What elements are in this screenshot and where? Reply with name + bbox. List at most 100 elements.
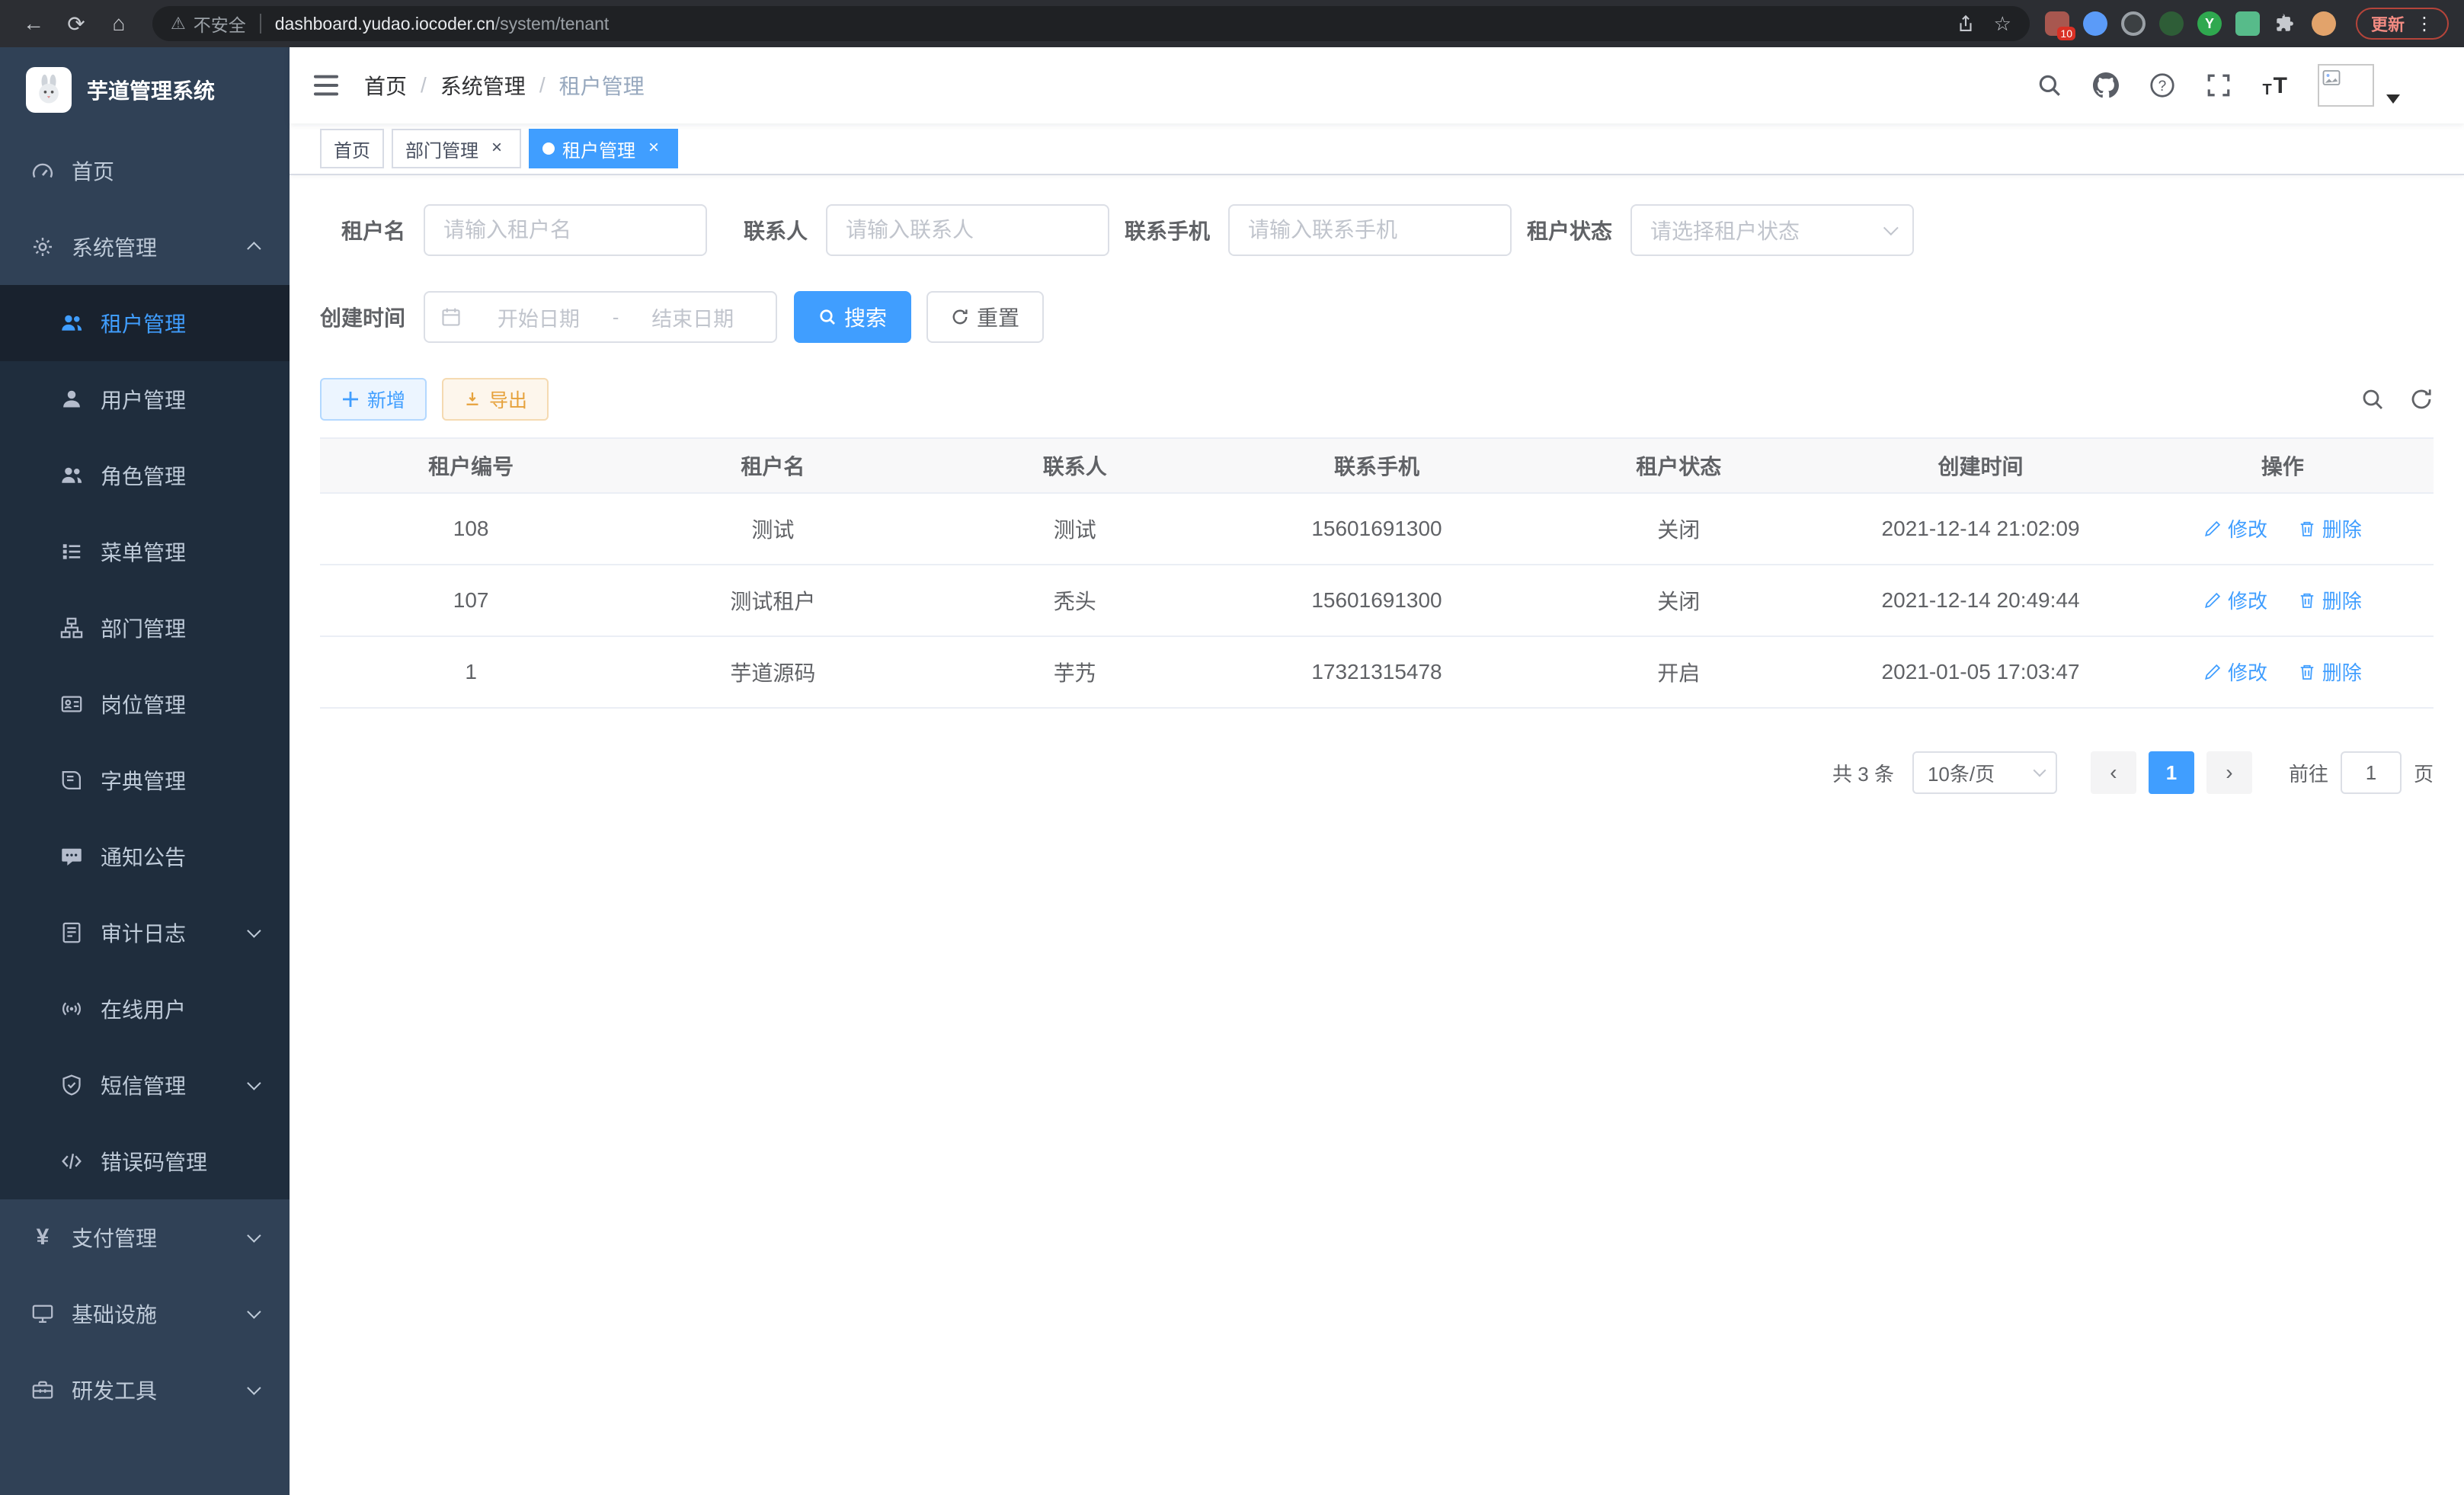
extension-icon[interactable]: 10	[2045, 11, 2069, 36]
sidebar-item-notice[interactable]: 通知公告	[0, 818, 290, 895]
sidebar-item-infra[interactable]: 基础设施	[0, 1276, 290, 1352]
extension-icon[interactable]	[2235, 11, 2260, 36]
extension-icon[interactable]	[2159, 11, 2184, 36]
sidebar-item-payment[interactable]: ¥ 支付管理	[0, 1199, 290, 1276]
goto-page-input[interactable]	[2341, 751, 2402, 794]
chevron-down-icon	[2033, 764, 2046, 777]
logo-avatar	[26, 67, 72, 113]
browser-home-icon[interactable]: ⌂	[101, 5, 137, 42]
search-icon[interactable]	[2021, 47, 2078, 123]
tab-home[interactable]: 首页	[320, 129, 384, 168]
sidebar-item-tenant[interactable]: 租户管理	[0, 285, 290, 361]
tenant-name-input[interactable]	[443, 218, 687, 242]
refresh-icon[interactable]	[2409, 387, 2434, 411]
contact-input[interactable]	[846, 218, 1090, 242]
close-icon[interactable]: ×	[643, 138, 664, 159]
sidebar-item-home[interactable]: 首页	[0, 133, 290, 209]
cell-status: 关闭	[1528, 493, 1829, 565]
search-button[interactable]: 搜索	[794, 291, 911, 343]
sidebar-item-user[interactable]: 用户管理	[0, 361, 290, 437]
log-icon	[59, 920, 84, 945]
sidebar-item-dev-tools[interactable]: 研发工具	[0, 1352, 290, 1428]
sidebar-item-role[interactable]: 角色管理	[0, 437, 290, 514]
sidebar-item-dict[interactable]: 字典管理	[0, 742, 290, 818]
page-button-1[interactable]: 1	[2149, 751, 2194, 794]
col-contact: 联系人	[924, 438, 1226, 493]
delete-button[interactable]: 删除	[2298, 658, 2362, 686]
chevron-down-icon	[248, 1305, 261, 1318]
chevron-down-icon	[248, 924, 261, 937]
delete-button[interactable]: 删除	[2298, 514, 2362, 543]
col-actions: 操作	[2132, 438, 2434, 493]
sidebar-item-system[interactable]: 系统管理	[0, 209, 290, 285]
edit-button[interactable]: 修改	[2203, 514, 2267, 543]
filter-mobile: 联系手机	[1125, 204, 1512, 256]
date-start-placeholder[interactable]: 开始日期	[471, 303, 606, 332]
status-placeholder: 请选择租户状态	[1650, 215, 1800, 245]
kebab-menu-icon[interactable]: ⋮	[2415, 13, 2434, 35]
close-icon[interactable]: ×	[486, 138, 507, 159]
chevron-down-icon	[248, 1076, 261, 1090]
signal-icon	[59, 997, 84, 1021]
table-row[interactable]: 108 测试 测试 15601691300 关闭 2021-12-14 21:0…	[320, 493, 2434, 565]
breadcrumb-item[interactable]: 系统管理	[440, 70, 526, 101]
tab-tenant[interactable]: 租户管理×	[529, 129, 678, 168]
update-button[interactable]: 更新 ⋮	[2356, 8, 2449, 40]
user-avatar[interactable]	[2318, 64, 2400, 107]
sidebar-item-label: 菜单管理	[101, 536, 186, 567]
export-button[interactable]: 导出	[442, 378, 549, 421]
sidebar-item-label: 审计日志	[101, 917, 186, 948]
fullscreen-icon[interactable]	[2190, 47, 2247, 123]
tab-dept[interactable]: 部门管理×	[392, 129, 521, 168]
date-range-picker[interactable]: 开始日期 - 结束日期	[424, 291, 777, 343]
date-end-placeholder[interactable]: 结束日期	[625, 303, 760, 332]
prev-page-button[interactable]: ‹	[2091, 751, 2136, 794]
mobile-input[interactable]	[1248, 218, 1492, 242]
sidebar-item-sms[interactable]: 短信管理	[0, 1047, 290, 1123]
extension-icon[interactable]	[2121, 11, 2146, 36]
browser-profile-avatar[interactable]	[2312, 11, 2336, 36]
url-host: dashboard.yudao.iocoder.cn	[275, 14, 495, 34]
extensions-puzzle-icon[interactable]	[2274, 11, 2298, 36]
sidebar-item-online-user[interactable]: 在线用户	[0, 971, 290, 1047]
sidebar-item-dept[interactable]: 部门管理	[0, 590, 290, 666]
breadcrumb-item[interactable]: 首页	[364, 70, 407, 101]
page-size-select[interactable]: 10条/页	[1912, 751, 2057, 794]
sidebar-item-audit-log[interactable]: 审计日志	[0, 895, 290, 971]
help-icon[interactable]: ?	[2134, 47, 2190, 123]
toggle-search-icon[interactable]	[2360, 387, 2385, 411]
extensions-area: 10 Y 更新 ⋮	[2045, 8, 2449, 40]
delete-label: 删除	[2322, 658, 2362, 686]
delete-button[interactable]: 删除	[2298, 586, 2362, 614]
reload-icon[interactable]: ⟳	[58, 5, 94, 42]
next-page-button[interactable]: ›	[2206, 751, 2252, 794]
gear-icon	[30, 235, 55, 259]
sidebar-item-post[interactable]: 岗位管理	[0, 666, 290, 742]
edit-button[interactable]: 修改	[2203, 586, 2267, 614]
table-row[interactable]: 107 测试租户 秃头 15601691300 关闭 2021-12-14 20…	[320, 565, 2434, 636]
edit-button[interactable]: 修改	[2203, 658, 2267, 686]
status-select[interactable]: 请选择租户状态	[1630, 204, 1914, 256]
cell-created-at: 2021-12-14 21:02:09	[1829, 493, 2131, 565]
bookmark-star-icon[interactable]: ☆	[1994, 12, 2011, 36]
sidebar-item-error-code[interactable]: 错误码管理	[0, 1123, 290, 1199]
sidebar-item-menu[interactable]: 菜单管理	[0, 514, 290, 590]
table-header-row: 租户编号 租户名 联系人 联系手机 租户状态 创建时间 操作	[320, 438, 2434, 493]
edit-label: 修改	[2228, 514, 2267, 543]
cell-tenant-id: 108	[320, 493, 622, 565]
extension-icon[interactable]: Y	[2197, 11, 2222, 36]
font-size-icon[interactable]: TT	[2247, 47, 2302, 123]
add-button[interactable]: 新增	[320, 378, 427, 421]
reset-button[interactable]: 重置	[926, 291, 1044, 343]
browser-toolbar: ← ⟳ ⌂ ⚠ 不安全 dashboard.yudao.iocoder.cn/s…	[0, 0, 2464, 47]
github-icon[interactable]	[2078, 47, 2134, 123]
hamburger-icon[interactable]	[290, 73, 363, 98]
back-icon[interactable]: ←	[15, 5, 52, 42]
url-path: /system/tenant	[495, 14, 610, 34]
extension-icon[interactable]	[2083, 11, 2107, 36]
address-bar[interactable]: ⚠ 不安全 dashboard.yudao.iocoder.cn/system/…	[152, 6, 2030, 41]
table-row[interactable]: 1 芋道源码 芋艿 17321315478 开启 2021-01-05 17:0…	[320, 636, 2434, 708]
share-icon[interactable]	[1956, 14, 1976, 34]
sidebar-item-label: 字典管理	[101, 765, 186, 796]
list-icon	[59, 539, 84, 564]
